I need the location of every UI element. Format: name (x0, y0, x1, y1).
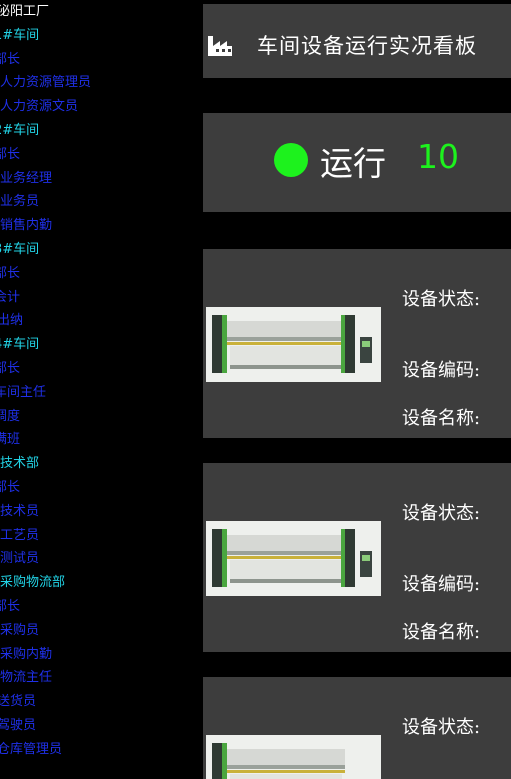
tree-node-role[interactable]: 人力资源文员 (0, 95, 202, 119)
org-tree: 泌阳工厂 1#车间 部长 人力资源管理员 人力资源文员 2#车间 部长 业务经理… (0, 0, 202, 762)
factory-icon (208, 36, 232, 56)
tree-node-role[interactable]: 人力资源管理员 (0, 71, 202, 95)
tree-node-workshop-2[interactable]: 2#车间 (0, 119, 202, 143)
running-count: 10 (417, 137, 459, 176)
tree-node-role[interactable]: 部长 (0, 48, 202, 72)
tree-node-role[interactable]: 车间主任 (0, 381, 202, 405)
running-status-panel: 运行 10 (203, 113, 511, 212)
press-brake-machine-image (206, 307, 381, 382)
tree-node-role[interactable]: 测试员 (0, 547, 202, 571)
tree-node-role[interactable]: 仓库管理员 (0, 738, 202, 762)
tree-node-role[interactable]: 业务员 (0, 190, 202, 214)
tree-node-role[interactable]: 销售内勤 (0, 214, 202, 238)
dashboard-header: 车间设备运行实况看板 (203, 4, 511, 78)
tree-node-role[interactable]: 调度 (0, 405, 202, 429)
press-brake-machine-image (206, 521, 381, 596)
tree-node-role[interactable]: 工艺员 (0, 524, 202, 548)
tree-node-role[interactable]: 采购员 (0, 619, 202, 643)
device-name-label: 设备名称: (402, 622, 481, 643)
device-code-label: 设备编码: (402, 360, 481, 381)
device-image (206, 521, 381, 596)
tree-node-role[interactable]: 采购内勤 (0, 643, 202, 667)
tree-node-role[interactable]: 部长 (0, 357, 202, 381)
device-image (206, 735, 381, 779)
device-status-label: 设备状态: (402, 503, 481, 524)
tree-node-role[interactable]: 部长 (0, 476, 202, 500)
device-status-label: 设备状态: (402, 289, 481, 310)
tree-node-role[interactable]: 部长 (0, 595, 202, 619)
tree-node-role[interactable]: 部长 (0, 262, 202, 286)
device-code-label: 设备编码: (402, 574, 481, 595)
running-status-dot (274, 143, 308, 177)
running-status-label: 运行 (320, 144, 386, 183)
tree-node-role[interactable]: 业务经理 (0, 167, 202, 191)
tree-node-role[interactable]: 部长 (0, 143, 202, 167)
device-card[interactable]: 设备状态: (203, 677, 511, 779)
tree-node-workshop-4[interactable]: 4#车间 (0, 333, 202, 357)
tree-node-workshop-1[interactable]: 1#车间 (0, 24, 202, 48)
tree-node-role[interactable]: 技术员 (0, 500, 202, 524)
device-card[interactable]: 设备状态: 设备编码: 设备名称: (203, 249, 511, 438)
tree-node-role[interactable]: 会计 (0, 286, 202, 310)
tree-node-procurement-dept[interactable]: 采购物流部 (0, 571, 202, 595)
tree-node-role[interactable]: 物流主任 (0, 666, 202, 690)
dashboard-main: 车间设备运行实况看板 运行 10 设备状态: 设备编码: 设备名称: 设备状态:… (203, 0, 511, 779)
tree-node-role[interactable]: 满班 (0, 428, 202, 452)
tree-node-factory[interactable]: 泌阳工厂 (0, 0, 202, 24)
tree-node-workshop-3[interactable]: 3#车间 (0, 238, 202, 262)
dashboard-title: 车间设备运行实况看板 (257, 34, 477, 58)
tree-node-role[interactable]: 驾驶员 (0, 714, 202, 738)
device-status-label: 设备状态: (402, 717, 481, 738)
device-image (206, 307, 381, 382)
device-name-label: 设备名称: (402, 408, 481, 429)
tree-node-role[interactable]: 出纳 (0, 309, 202, 333)
tree-node-role[interactable]: 送货员 (0, 690, 202, 714)
device-card[interactable]: 设备状态: 设备编码: 设备名称: (203, 463, 511, 652)
tree-node-tech-dept[interactable]: 技术部 (0, 452, 202, 476)
org-tree-sidebar: 泌阳工厂 1#车间 部长 人力资源管理员 人力资源文员 2#车间 部长 业务经理… (0, 0, 202, 779)
press-brake-machine-image (206, 735, 381, 779)
